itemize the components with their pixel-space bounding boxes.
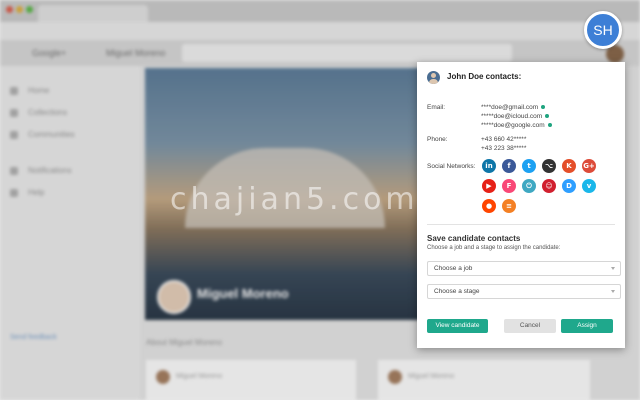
contacts-popup: John Doe contacts: Email: ****doe@gmail.…: [417, 62, 625, 348]
power-icon[interactable]: ⏻: [522, 179, 536, 193]
view-candidate-button[interactable]: View candidate: [427, 319, 488, 333]
reddit-icon[interactable]: ●: [482, 199, 496, 213]
linkedin-icon[interactable]: in: [482, 159, 496, 173]
email-value[interactable]: *****doe@icloud.com: [481, 113, 550, 120]
extension-badge[interactable]: SH: [584, 11, 622, 49]
verified-dot-icon: [545, 114, 550, 119]
contact-avatar: [427, 71, 440, 84]
stage-select[interactable]: Choose a stage: [427, 284, 621, 299]
watermark: chajian5.com: [170, 182, 419, 217]
klout-icon[interactable]: K: [562, 159, 576, 173]
job-select[interactable]: Choose a job: [427, 261, 621, 276]
twitter-icon[interactable]: t: [522, 159, 536, 173]
vimeo-icon[interactable]: v: [582, 179, 596, 193]
facebook-icon[interactable]: f: [502, 159, 516, 173]
phone-label: Phone:: [427, 136, 448, 143]
disqus-icon[interactable]: D: [562, 179, 576, 193]
social-label: Social Networks:: [427, 163, 476, 170]
save-title: Save candidate contacts: [427, 234, 521, 243]
divider: [427, 224, 615, 225]
email-label: Email:: [427, 104, 446, 111]
phone-value[interactable]: +43 660 42*****: [481, 136, 526, 143]
email-value[interactable]: ****doe@gmail.com: [481, 104, 546, 111]
assign-button[interactable]: Assign: [561, 319, 613, 333]
chevron-down-icon: [611, 290, 615, 293]
stackoverflow-icon[interactable]: ≡: [502, 199, 516, 213]
foursquare-icon[interactable]: F: [502, 179, 516, 193]
github-icon[interactable]: ⌥: [542, 159, 556, 173]
chevron-down-icon: [611, 267, 615, 270]
phone-value[interactable]: +43 223 38*****: [481, 145, 526, 152]
save-subtitle: Choose a job and a stage to assign the c…: [427, 245, 561, 251]
verified-dot-icon: [541, 105, 546, 110]
popup-title: John Doe contacts:: [447, 72, 522, 81]
google-plus-icon[interactable]: G+: [582, 159, 596, 173]
reddit-alien-icon[interactable]: ☺: [542, 179, 556, 193]
youtube-icon[interactable]: ▶: [482, 179, 496, 193]
verified-dot-icon: [547, 123, 552, 128]
cancel-button[interactable]: Cancel: [504, 319, 556, 333]
email-value[interactable]: *****doe@google.com: [481, 122, 552, 129]
